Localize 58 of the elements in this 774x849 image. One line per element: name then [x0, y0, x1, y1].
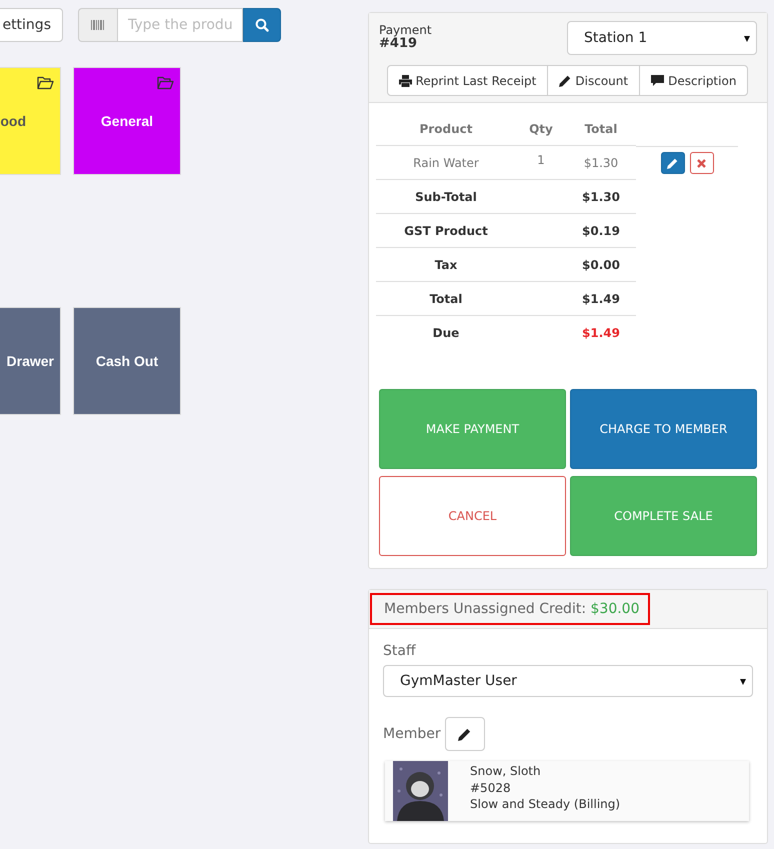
search-button[interactable]	[243, 8, 281, 42]
payment-label: Payment	[379, 23, 432, 37]
category-tile[interactable]: Drawer	[0, 307, 61, 415]
table-cell: Due	[432, 326, 460, 340]
table-cell: $1.49	[582, 326, 620, 340]
action-button[interactable]: Discount	[547, 65, 640, 96]
table-cell: $1.30	[582, 190, 620, 204]
payment-number: #419	[379, 37, 418, 51]
table-cell: 1	[537, 152, 545, 166]
pencil-icon	[559, 74, 572, 86]
member-name: Snow, Sloth	[470, 763, 542, 780]
column-header: Total	[566, 113, 636, 146]
credit-label: Members Unassigned Credit: $30.00	[370, 593, 650, 625]
edit-member-button[interactable]	[444, 717, 485, 751]
category-tile[interactable]: ood	[0, 67, 61, 175]
action-button[interactable]: Reprint Last Receipt	[386, 65, 548, 96]
caret-icon	[744, 36, 750, 42]
category-tile[interactable]: General	[73, 67, 181, 175]
station-select[interactable]: Station 1	[567, 21, 757, 55]
comment-icon	[651, 74, 664, 86]
table-cell: Total	[430, 292, 462, 306]
member-card[interactable]: Snow, Sloth #5028 Slow and Steady (Billing)	[385, 761, 749, 821]
folder-icon	[157, 76, 174, 90]
tile-label: ood	[0, 113, 26, 129]
table-cell: $0.00	[582, 258, 620, 272]
barcode-icon	[91, 20, 105, 30]
payment-action-button[interactable]: CHARGE TO MEMBER	[570, 389, 757, 469]
edit-button[interactable]	[660, 152, 684, 174]
tile-label: Drawer	[6, 353, 54, 369]
member-number: #5028	[470, 780, 512, 796]
table-cell: $0.19	[582, 224, 620, 238]
staff-select[interactable]: GymMaster User	[383, 665, 753, 697]
close-icon	[697, 158, 706, 168]
column-header: Qty	[516, 113, 566, 146]
pencil-icon	[458, 728, 472, 740]
table-cell: Rain Water	[413, 156, 479, 170]
action-button[interactable]: Description	[639, 65, 748, 96]
search-icon	[255, 18, 269, 32]
membership-name: Slow and Steady (Billing)	[470, 796, 620, 812]
folder-icon	[37, 76, 54, 90]
caret-icon	[740, 679, 746, 685]
table-cell: $1.30	[584, 156, 618, 170]
search-field[interactable]: Type the produ	[117, 8, 243, 42]
delete-button[interactable]	[690, 152, 714, 174]
member-label: Member	[383, 726, 441, 742]
category-tile[interactable]: Cash Out	[73, 307, 181, 415]
settings-button[interactable]: ettings	[0, 8, 63, 42]
table-cell: Sub-Total	[415, 190, 477, 204]
tile-label: General	[100, 113, 154, 129]
payment-action-button[interactable]: CANCEL	[379, 476, 566, 556]
table-cell: $1.49	[582, 292, 620, 306]
printer-icon	[398, 74, 412, 86]
tile-label: Cash Out	[96, 353, 158, 369]
staff-label: Staff	[383, 643, 417, 659]
pencil-icon	[667, 158, 678, 168]
column-header: Product	[376, 113, 516, 146]
table-cell: GST Product	[404, 224, 488, 238]
table-cell: Tax	[434, 258, 458, 272]
